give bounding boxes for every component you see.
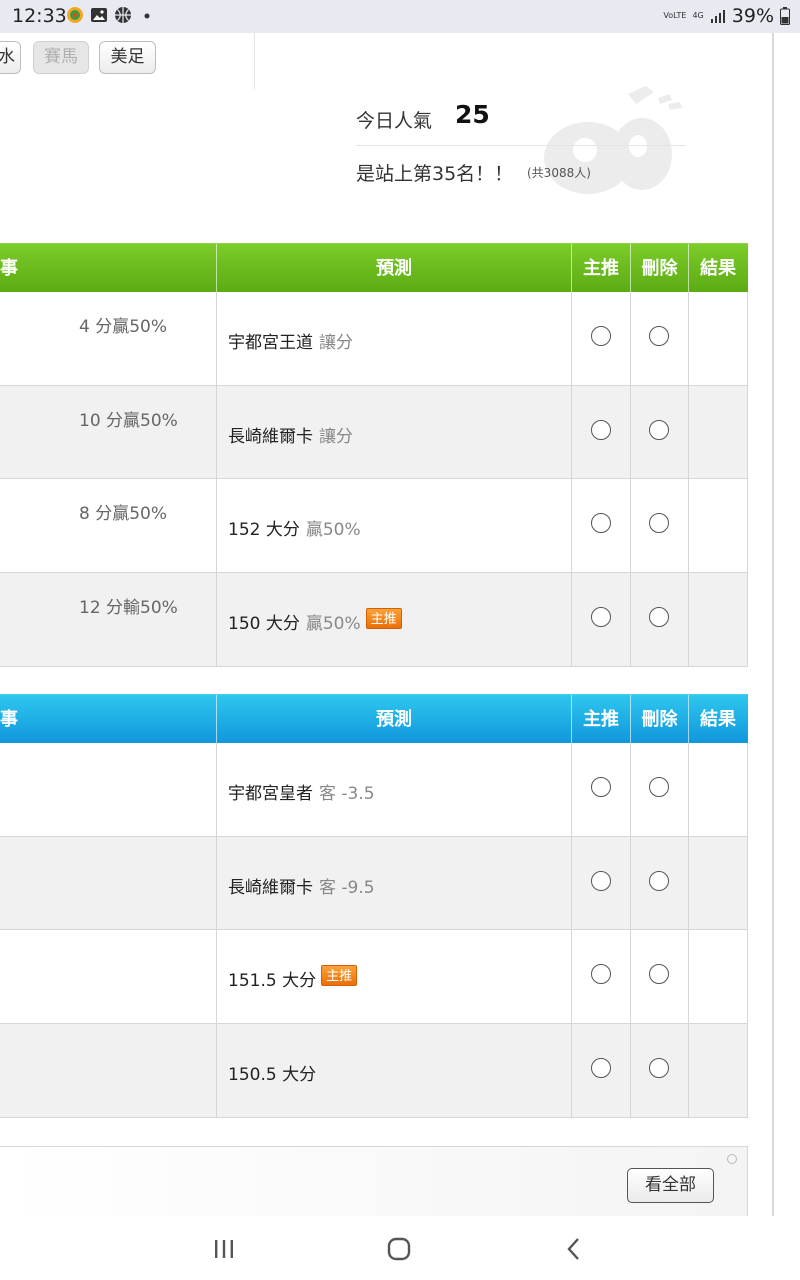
delete-radio[interactable] [649,777,669,797]
main-pick-radio[interactable] [591,1058,611,1079]
prediction-cell: 長崎維爾卡 讓分 [228,426,353,447]
header-prediction: 預測 [376,709,412,730]
volte-indicator: VoLTE [663,11,687,20]
delete-radio[interactable] [649,326,669,346]
header-main-pick: 主推 [583,258,619,279]
mascot-watermark [544,86,682,194]
recent-apps-icon[interactable] [209,1234,239,1264]
clock: 12:33 [12,5,67,27]
prediction-cell: 151.5 大分 主推 [228,965,358,991]
predictions-table-1: 事 預測 主推 刪除 結果 4 分贏50% 宇都宮王道 讓分 10 分贏50% 長… [0,243,748,667]
status-bar: 12:33 VoLTE 4G 39% [0,0,800,33]
delete-radio[interactable] [649,419,669,440]
see-all-button[interactable]: 看全部 [627,1168,714,1203]
main-pick-radio[interactable] [591,326,611,346]
table-row: 151.5 大分 主推 [0,930,748,1025]
header-delete: 刪除 [641,258,678,279]
delete-radio[interactable] [649,607,669,628]
prediction-cell: 150.5 大分 [228,1065,317,1086]
prediction-cell: 152 大分 贏50% [228,520,361,541]
basketball-icon [115,7,131,23]
main-pick-radio[interactable] [591,964,611,985]
home-icon[interactable] [384,1234,414,1264]
back-icon[interactable] [559,1234,589,1264]
table-row: 長崎維爾卡客 -9.5 [0,836,748,931]
header-delete: 刪除 [641,709,678,730]
rank-total: (共3088人) [527,166,591,180]
table-row: 150.5 大分 [0,1024,748,1118]
divider [254,33,255,89]
rank-text: 是站上第35名！！ [356,163,514,185]
table-row: 4 分贏50% 宇都宮王道 讓分 [0,292,748,386]
battery-percent: 39% [731,5,774,27]
dot-icon [144,13,150,19]
signal-icon [710,10,725,23]
header-event: 事 [0,258,18,279]
header-main-pick: 主推 [583,709,619,730]
table-row: 10 分贏50% 長崎維爾卡 讓分 [0,385,748,480]
table-header: 事 預測 主推 刪除 結果 [0,243,748,293]
table-row: 宇都宮皇者客 -3.5 [0,743,748,837]
popularity-label: 今日人氣 [356,110,433,132]
table-row: 8 分贏50% 152 大分 贏50% [0,479,748,574]
main-pick-badge: 主推 [321,965,358,987]
predictions-table-2: 事 預測 主推 刪除 結果 宇都宮皇者客 -3.5 長崎維爾卡客 -9.5 15… [0,694,748,1118]
delete-radio[interactable] [649,1058,669,1079]
header-prediction: 預測 [376,258,412,279]
table-row: 12 分輸50% 150 大分 贏50% 主推 [0,573,748,667]
prediction-cell: 長崎維爾卡客 -9.5 [228,877,375,898]
navigation-bar [0,1216,800,1280]
network-indicator: 4G [692,11,704,20]
main-pick-radio[interactable] [591,419,611,440]
prediction-cell: 宇都宮皇者客 -3.5 [228,784,375,804]
header-result: 結果 [700,258,736,279]
battery-icon [780,7,790,25]
divider [772,33,774,1216]
delete-radio[interactable] [649,513,669,534]
tab-water[interactable]: 水 [0,41,21,74]
header-result: 結果 [700,709,736,730]
main-pick-badge: 主推 [365,608,402,630]
prediction-cell: 宇都宮王道 讓分 [228,333,353,353]
game-icon [67,7,83,23]
indicator-dot [727,1154,737,1164]
divider [356,145,686,146]
tab-horse-racing[interactable]: 賽馬 [33,41,89,74]
score-result: 8 分贏50% [79,504,168,525]
score-result: 12 分輸50% [79,598,178,619]
main-pick-radio[interactable] [591,777,611,797]
score-result: 10 分贏50% [79,410,178,431]
prediction-cell: 150 大分 贏50% 主推 [228,608,402,634]
popularity-value: 25 [455,100,490,129]
header-event: 事 [0,709,18,730]
delete-radio[interactable] [649,870,669,891]
table-header: 事 預測 主推 刪除 結果 [0,694,748,744]
main-pick-radio[interactable] [591,607,611,628]
main-pick-radio[interactable] [591,513,611,534]
tab-american-football[interactable]: 美足 [99,41,156,74]
delete-radio[interactable] [649,964,669,985]
image-icon [91,8,107,22]
score-result: 4 分贏50% [79,317,168,337]
main-pick-radio[interactable] [591,870,611,891]
